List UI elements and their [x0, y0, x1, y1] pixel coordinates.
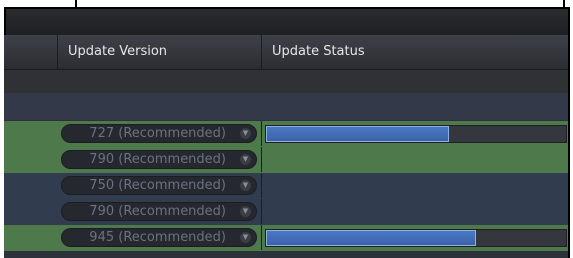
table-header: Update Version Update Status — [4, 35, 570, 70]
update-version-value: 945 (Recommended) — [89, 230, 226, 245]
chevron-down-icon[interactable]: ▼ — [240, 206, 251, 217]
update-version-dropdown[interactable]: 727 (Recommended) ▼ — [61, 124, 257, 143]
updates-panel: Update Version Update Status 727 (Recomm… — [4, 7, 570, 258]
update-version-dropdown[interactable]: 790 (Recommended) ▼ — [61, 202, 257, 221]
chevron-down-icon[interactable]: ▼ — [240, 154, 251, 165]
chevron-down-icon[interactable]: ▼ — [240, 232, 251, 243]
header-separator[interactable] — [261, 35, 262, 69]
table-row[interactable]: 790 (Recommended) ▼ — [4, 199, 570, 225]
update-progress-bar — [265, 229, 567, 247]
update-version-value: 750 (Recommended) — [89, 178, 226, 193]
header-separator[interactable] — [57, 35, 58, 69]
update-progress-fill — [266, 230, 476, 246]
column-separator — [261, 199, 262, 224]
update-progress-bar — [265, 125, 567, 143]
table-row[interactable]: 790 (Recommended) ▼ — [4, 147, 570, 173]
table-row[interactable]: 727 (Recommended) ▼ — [4, 121, 570, 147]
table-row-empty — [4, 93, 570, 120]
header-update-version[interactable]: Update Version — [60, 35, 260, 69]
table-row[interactable]: 945 (Recommended) ▼ — [4, 225, 570, 251]
update-progress-fill — [266, 126, 449, 142]
update-version-dropdown[interactable]: 945 (Recommended) ▼ — [61, 228, 257, 247]
header-update-status[interactable]: Update Status — [264, 35, 570, 69]
window-top-border — [75, 0, 565, 7]
chevron-down-icon[interactable]: ▼ — [240, 128, 251, 139]
update-version-value: 727 (Recommended) — [89, 126, 226, 141]
update-version-value: 790 (Recommended) — [89, 152, 226, 167]
update-version-dropdown[interactable]: 790 (Recommended) ▼ — [61, 150, 257, 169]
column-separator — [261, 147, 262, 172]
column-separator — [261, 225, 262, 250]
table-row[interactable]: 750 (Recommended) ▼ — [4, 173, 570, 199]
toolbar — [4, 7, 570, 35]
update-version-value: 790 (Recommended) — [89, 204, 226, 219]
window-right-border — [568, 7, 570, 258]
chevron-down-icon[interactable]: ▼ — [240, 180, 251, 191]
column-separator — [261, 173, 262, 198]
update-version-dropdown[interactable]: 750 (Recommended) ▼ — [61, 176, 257, 195]
table-row-empty — [4, 70, 570, 93]
column-separator — [261, 121, 262, 146]
